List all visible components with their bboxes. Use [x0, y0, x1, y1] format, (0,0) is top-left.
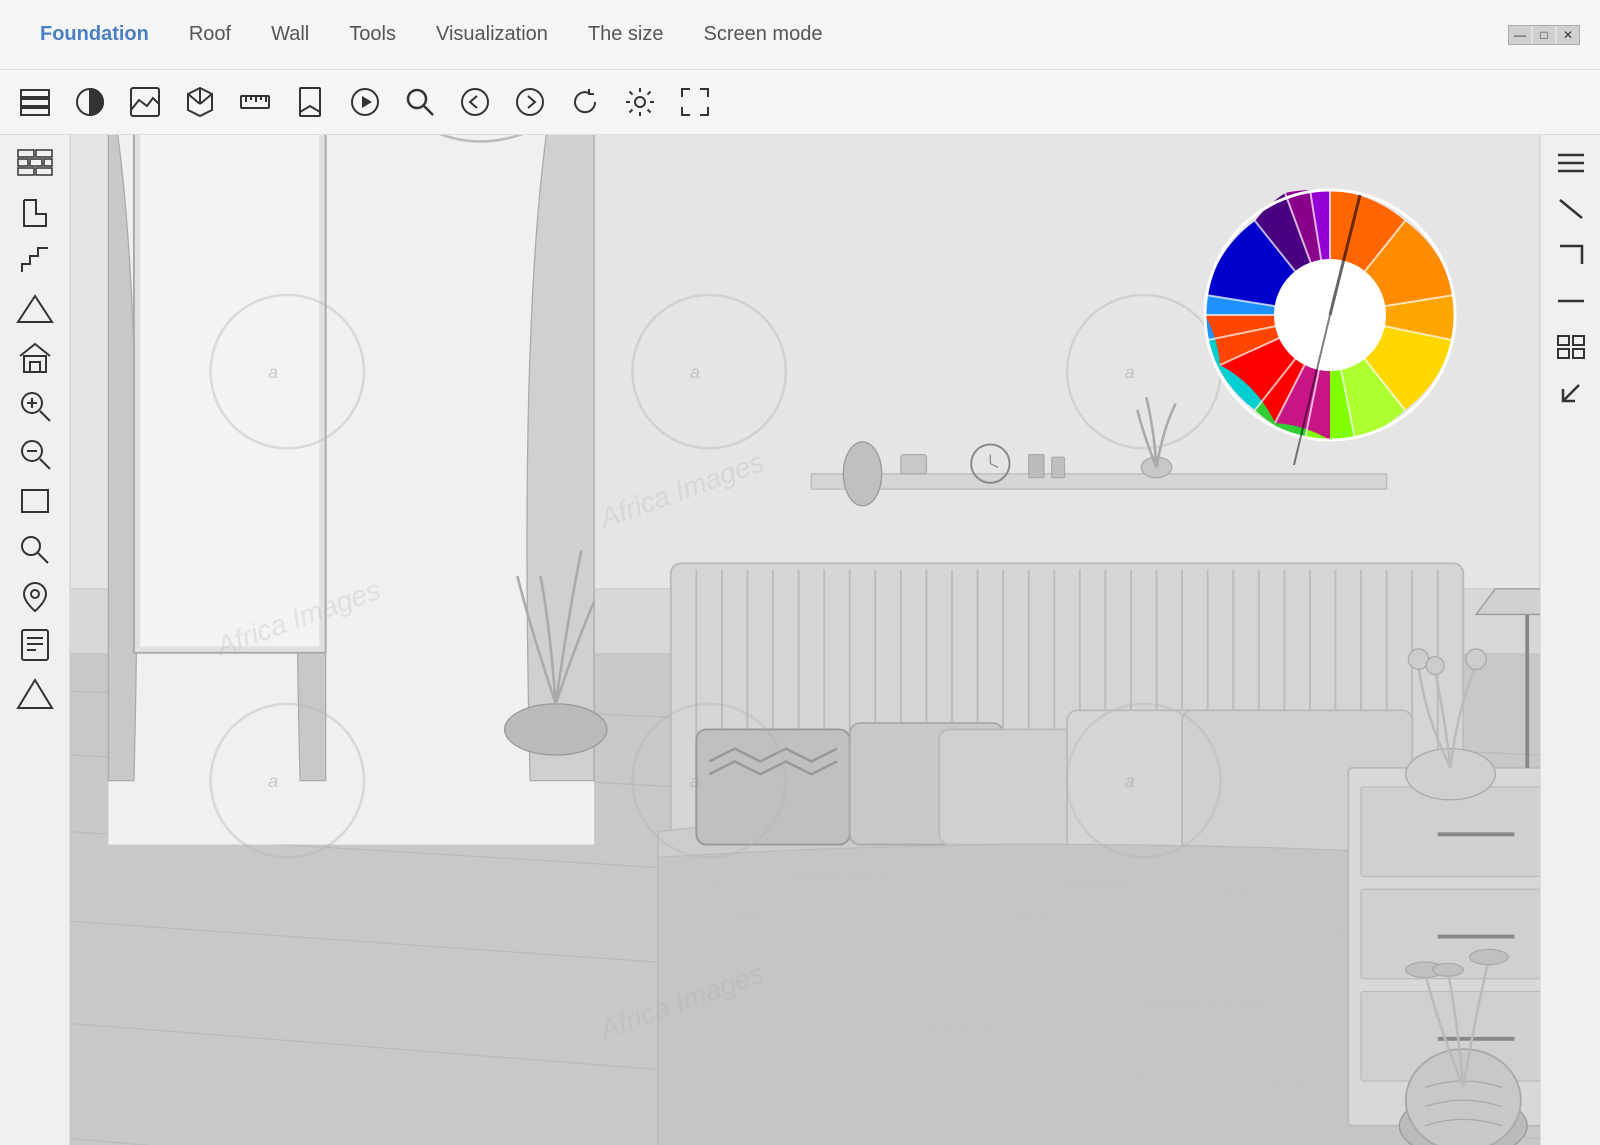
- left-sidebar: [0, 135, 70, 1145]
- menu-item-screen-mode[interactable]: Screen mode: [684, 15, 843, 54]
- svg-text:a: a: [1125, 362, 1135, 382]
- menu-item-wall[interactable]: Wall: [251, 15, 329, 54]
- search-area-tool[interactable]: [9, 527, 61, 571]
- horizontal-line-tool[interactable]: [1549, 281, 1593, 321]
- settings-tool[interactable]: [615, 77, 665, 127]
- canvas-area[interactable]: a a a a a a Africa Images Africa Images …: [70, 135, 1540, 1145]
- search-tool[interactable]: [395, 77, 445, 127]
- svg-text:a: a: [690, 362, 700, 382]
- cube-tool[interactable]: [175, 77, 225, 127]
- minimize-button[interactable]: —: [1509, 26, 1531, 44]
- hamburger-menu-tool[interactable]: [1549, 143, 1593, 183]
- grid-layout-tool[interactable]: [1549, 327, 1593, 367]
- main-area: a a a a a a Africa Images Africa Images …: [0, 135, 1600, 1145]
- menu-item-visualization[interactable]: Visualization: [416, 15, 568, 54]
- stairs-tool[interactable]: [9, 239, 61, 283]
- svg-text:a: a: [268, 771, 278, 791]
- page-tool[interactable]: [285, 77, 335, 127]
- menu-item-foundation[interactable]: Foundation: [20, 15, 169, 54]
- layers-tool[interactable]: [10, 77, 60, 127]
- brick-wall-tool[interactable]: [9, 143, 61, 187]
- rectangle-tool[interactable]: [9, 479, 61, 523]
- toolbar: [0, 70, 1600, 135]
- diagonal-tool[interactable]: [1549, 189, 1593, 229]
- top-menu-bar: Foundation Roof Wall Tools Visualization…: [0, 0, 1600, 70]
- location-tool[interactable]: [9, 575, 61, 619]
- back-tool[interactable]: [450, 77, 500, 127]
- svg-text:a: a: [1125, 771, 1135, 791]
- refresh-tool[interactable]: [560, 77, 610, 127]
- house-tool[interactable]: [9, 335, 61, 379]
- arrow-down-left-tool[interactable]: [1549, 373, 1593, 413]
- forward-tool[interactable]: [505, 77, 555, 127]
- notes-tool[interactable]: [9, 623, 61, 667]
- floor-plan-tool[interactable]: [9, 191, 61, 235]
- maximize-button[interactable]: □: [1533, 26, 1555, 44]
- menu-item-roof[interactable]: Roof: [169, 15, 251, 54]
- zoom-in-tool[interactable]: [9, 383, 61, 427]
- color-wheel[interactable]: [1180, 165, 1480, 465]
- zoom-out-tool[interactable]: [9, 431, 61, 475]
- corner-bracket-tool[interactable]: [1549, 235, 1593, 275]
- close-button[interactable]: ✕: [1557, 26, 1579, 44]
- ruler-tool[interactable]: [230, 77, 280, 127]
- svg-text:a: a: [690, 771, 700, 791]
- triangle-tool[interactable]: [9, 287, 61, 331]
- expand-tool[interactable]: [670, 77, 720, 127]
- play-tool[interactable]: [340, 77, 390, 127]
- triangle-warning-tool[interactable]: [9, 671, 61, 715]
- menu-item-the-size[interactable]: The size: [568, 15, 684, 54]
- contrast-tool[interactable]: [65, 77, 115, 127]
- menu-item-tools[interactable]: Tools: [329, 15, 416, 54]
- right-sidebar: [1540, 135, 1600, 1145]
- landscape-tool[interactable]: [120, 77, 170, 127]
- window-controls: — □ ✕: [1508, 25, 1580, 45]
- svg-text:a: a: [268, 362, 278, 382]
